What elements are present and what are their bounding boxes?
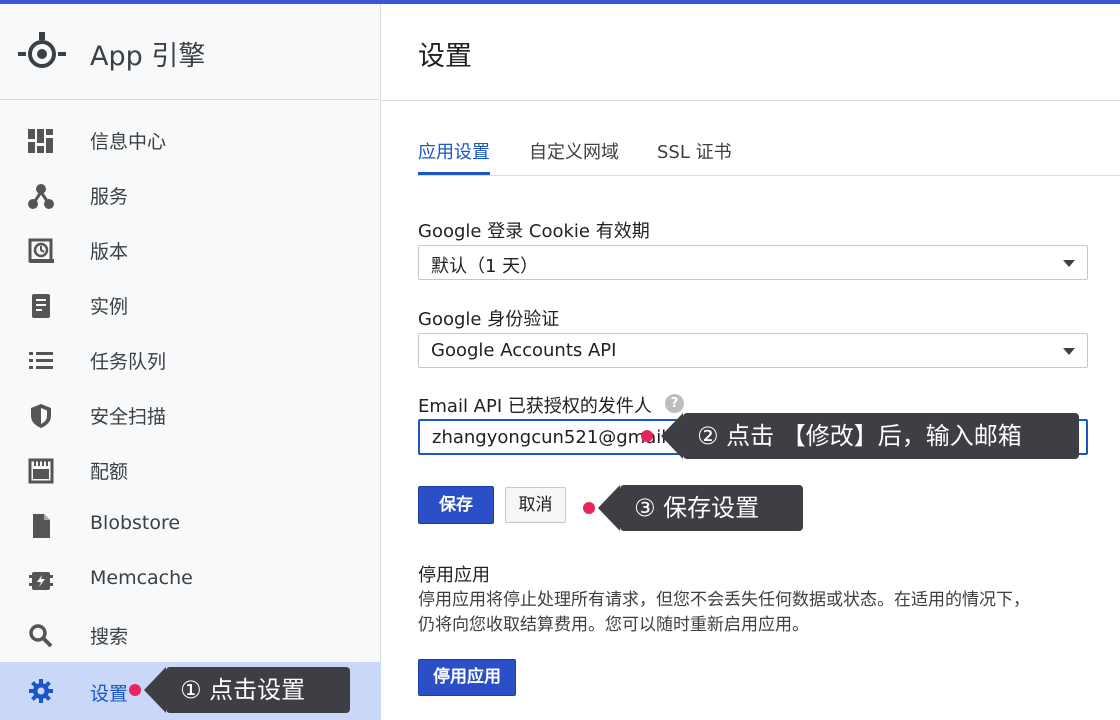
annotation-dot xyxy=(583,502,595,514)
chevron-down-icon xyxy=(1063,260,1075,267)
sidebar-item-blobstore[interactable]: Blobstore xyxy=(0,498,381,553)
disable-app-desc-line1: 停用应用将停止处理所有请求，但您不会丢失任何数据或状态。在适用的情况下， xyxy=(418,590,1030,610)
sidebar-item-memcache[interactable]: Memcache xyxy=(0,553,381,608)
disable-app-button[interactable]: 停用应用 xyxy=(418,659,516,696)
sidebar-item-versions[interactable]: 版本 xyxy=(0,223,381,278)
sidebar-item-label: 安全扫描 xyxy=(90,406,167,428)
annotation-dot xyxy=(641,430,653,442)
sidebar-item-instances[interactable]: 实例 xyxy=(0,278,381,333)
sidebar-item-task-queue[interactable]: 任务队列 xyxy=(0,333,381,388)
sidebar-item-quota[interactable]: 配额 xyxy=(0,443,381,498)
quota-icon xyxy=(28,458,54,484)
annotation-step3: ③ 保存设置 xyxy=(598,485,803,531)
sidebar-item-dashboard[interactable]: 信息中心 xyxy=(0,113,381,168)
sidebar-item-label: Blobstore xyxy=(90,512,181,534)
settings-tabs: 应用设置 自定义网域 SSL 证书 xyxy=(418,138,1120,176)
dashboard-icon xyxy=(28,129,53,153)
file-icon xyxy=(33,514,50,538)
disable-app-description: 停用应用将停止处理所有请求，但您不会丢失任何数据或状态。在适用的情况下， 仍将向… xyxy=(418,588,1108,638)
app-engine-logo-icon xyxy=(18,32,66,68)
memcache-icon xyxy=(29,572,53,590)
email-senders-label: Email API 已获授权的发件人 xyxy=(418,396,652,417)
sidebar-item-security-scan[interactable]: 安全扫描 xyxy=(0,388,381,443)
cookie-expiration-label: Google 登录 Cookie 有效期 xyxy=(418,221,650,242)
sidebar-item-label: 搜索 xyxy=(90,626,129,648)
chevron-down-icon xyxy=(1063,348,1075,355)
annotation-step2: ② 点击 【修改】后，输入邮箱 xyxy=(661,413,1079,459)
google-auth-select[interactable]: Google Accounts API xyxy=(418,333,1088,368)
disable-app-title: 停用应用 xyxy=(418,565,490,586)
instances-icon xyxy=(32,294,50,318)
tab-custom-domains[interactable]: 自定义网域 xyxy=(529,138,619,175)
app-title: App 引擎 xyxy=(90,41,206,72)
cancel-button[interactable]: 取消 xyxy=(505,487,566,523)
task-queue-icon xyxy=(29,352,53,369)
gear-icon xyxy=(29,679,53,703)
sidebar-item-label: 版本 xyxy=(90,241,129,263)
sidebar-item-label: Memcache xyxy=(90,567,193,589)
sidebar-item-label: 任务队列 xyxy=(90,351,167,373)
sidebar-item-label: 实例 xyxy=(90,296,129,318)
sidebar-item-search[interactable]: 搜索 xyxy=(0,608,381,663)
sidebar-item-label: 配额 xyxy=(90,461,129,483)
help-icon[interactable]: ? xyxy=(665,394,684,413)
cookie-expiration-select[interactable]: 默认（1 天） xyxy=(418,245,1088,280)
disable-app-desc-line2: 仍将向您收取结算费用。您可以随时重新启用应用。 xyxy=(418,615,809,635)
security-shield-icon xyxy=(31,404,51,428)
save-button[interactable]: 保存 xyxy=(418,486,494,524)
page-title: 设置 xyxy=(418,41,472,72)
header-divider xyxy=(382,100,1120,101)
google-auth-label: Google 身份验证 xyxy=(418,309,560,330)
tab-ssl-certificates[interactable]: SSL 证书 xyxy=(657,138,732,175)
versions-icon xyxy=(28,238,54,263)
services-icon xyxy=(28,184,54,209)
sidebar-item-label: 信息中心 xyxy=(90,131,167,153)
sidebar-item-label: 设置 xyxy=(90,683,129,705)
search-icon xyxy=(29,624,53,648)
sidebar-item-label: 服务 xyxy=(90,186,129,208)
sidebar-item-services[interactable]: 服务 xyxy=(0,168,381,223)
google-auth-value: Google Accounts API xyxy=(431,340,617,361)
cookie-expiration-value: 默认（1 天） xyxy=(431,256,539,277)
annotation-dot xyxy=(129,684,141,696)
annotation-step1: ① 点击设置 xyxy=(144,667,350,713)
brand-header: App 引擎 xyxy=(0,4,381,100)
tab-app-settings[interactable]: 应用设置 xyxy=(418,138,490,175)
sidebar: App 引擎 信息中心 服务 版本 实例 任务队列 安全扫描 配额 Blobst… xyxy=(0,4,381,720)
